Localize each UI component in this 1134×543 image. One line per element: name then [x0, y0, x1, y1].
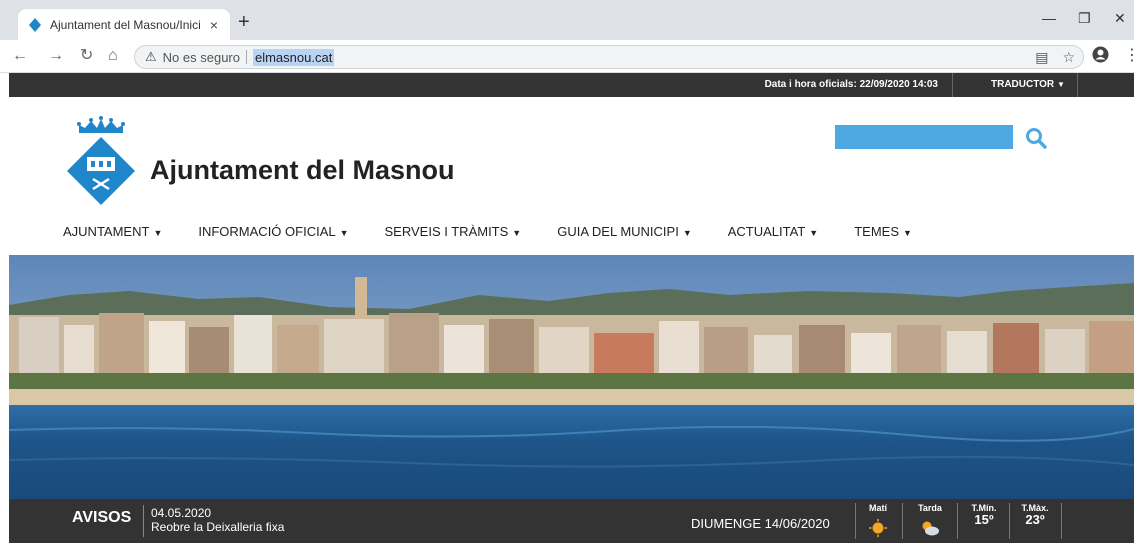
translator-dropdown[interactable]: TRADUCTOR ▼: [991, 79, 1065, 90]
weather-tmax: T.Màx. 23º: [1017, 503, 1053, 526]
browser-tab[interactable]: Ajuntament del Masnou/Inici ×: [18, 9, 230, 40]
caret-down-icon: ▼: [903, 228, 912, 238]
search-input[interactable]: [835, 125, 1013, 149]
topbar-divider: [1077, 73, 1078, 97]
nav-item-informacio-oficial[interactable]: INFORMACIÓ OFICIAL ▼: [198, 224, 348, 239]
url-text[interactable]: elmasnou.cat: [252, 48, 335, 66]
home-icon[interactable]: ⌂: [108, 47, 118, 65]
weather-divider: [957, 503, 958, 539]
nav-label: SERVEIS I TRÀMITS: [384, 224, 509, 239]
info-bar: AVISOS 04.05.2020 Reobre la Deixalleria …: [9, 499, 1134, 543]
warning-icon[interactable]: ⚠: [145, 49, 157, 65]
avisos-label: AVISOS: [72, 509, 132, 526]
nav-label: TEMES: [854, 224, 899, 239]
tmax-value: 23º: [1025, 512, 1045, 527]
weather-divider: [1009, 503, 1010, 539]
tab-title: Ajuntament del Masnou/Inici: [50, 17, 201, 32]
nav-label: AJUNTAMENT: [63, 224, 150, 239]
official-datetime: Data i hora oficials: 22/09/2020 14:03: [764, 79, 938, 90]
insecure-label[interactable]: No es seguro: [163, 50, 240, 65]
hero-town-image: [9, 255, 1134, 499]
municipal-logo[interactable]: [65, 113, 137, 214]
search-icon[interactable]: [1025, 127, 1047, 154]
nav-item-guia-municipi[interactable]: GUIA DEL MUNICIPI ▼: [557, 224, 692, 239]
nav-item-actualitat[interactable]: ACTUALITAT ▼: [728, 224, 818, 239]
site-top-bar: Data i hora oficials: 22/09/2020 14:03 T…: [9, 73, 1134, 97]
new-tab-button[interactable]: +: [238, 12, 250, 32]
forward-icon[interactable]: →: [48, 47, 64, 65]
partly-cloudy-icon: [911, 519, 949, 539]
weather-morning: Matí: [863, 503, 893, 539]
caret-down-icon: ▼: [512, 228, 522, 238]
afternoon-label: Tarda: [918, 503, 942, 513]
translator-label: TRADUCTOR: [991, 79, 1055, 90]
site-favicon-icon: [28, 17, 42, 32]
weather-divider: [902, 503, 903, 539]
address-bar[interactable]: ⚠ No es seguro elmasnou.cat ▤ ☆: [134, 45, 1084, 69]
notice-link[interactable]: Reobre la Deixalleria fixa: [151, 520, 284, 534]
nav-label: GUIA DEL MUNICIPI: [557, 224, 679, 239]
restore-icon[interactable]: ❐: [1078, 10, 1091, 27]
notice-date[interactable]: 04.05.2020: [151, 506, 211, 520]
site-header: Ajuntament del Masnou AJUNTAMENT ▼ INFORM…: [9, 97, 1134, 255]
weather-tmin: T.Mín. 15º: [966, 503, 1002, 526]
weather-afternoon: Tarda: [911, 503, 949, 539]
weather-divider: [1061, 503, 1062, 539]
site-title[interactable]: Ajuntament del Masnou: [150, 155, 455, 186]
minimize-icon[interactable]: —: [1042, 10, 1056, 26]
nav-item-temes[interactable]: TEMES ▼: [854, 224, 912, 239]
bookmark-star-icon[interactable]: ☆: [1062, 49, 1075, 66]
browser-toolbar: ← → ↻ ⌂ ⚠ No es seguro elmasnou.cat ▤ ☆ …: [0, 40, 1134, 73]
nav-label: ACTUALITAT: [727, 224, 806, 239]
nav-item-ajuntament[interactable]: AJUNTAMENT ▼: [63, 224, 162, 239]
omnibox-divider: [245, 50, 247, 64]
window-close-icon[interactable]: ✕: [1114, 10, 1126, 27]
nav-item-serveis-tramits[interactable]: SERVEIS I TRÀMITS ▼: [385, 224, 522, 239]
caret-down-icon: ▼: [682, 228, 692, 238]
reload-icon[interactable]: ↻: [80, 47, 93, 65]
tab-close-icon[interactable]: ×: [206, 17, 222, 33]
avisos-divider: [143, 505, 144, 537]
translate-icon[interactable]: ▤: [1035, 49, 1048, 66]
current-date: DIUMENGE 14/06/2020: [691, 516, 830, 531]
sun-icon: [863, 519, 893, 539]
menu-kebab-icon[interactable]: ⋮: [1124, 47, 1134, 65]
caret-down-icon: ▼: [153, 228, 163, 238]
caret-down-icon: ▼: [809, 228, 819, 238]
caret-down-icon: ▼: [339, 228, 349, 238]
nav-label: INFORMACIÓ OFICIAL: [198, 224, 336, 239]
browser-tab-strip: Ajuntament del Masnou/Inici × + — ❐ ✕: [0, 0, 1134, 40]
tmin-value: 15º: [974, 512, 994, 527]
morning-label: Matí: [869, 503, 887, 513]
caret-down-icon: ▼: [1056, 80, 1065, 89]
profile-icon[interactable]: [1092, 46, 1109, 68]
back-icon[interactable]: ←: [12, 47, 28, 65]
topbar-divider: [952, 73, 953, 97]
main-navigation: AJUNTAMENT ▼ INFORMACIÓ OFICIAL ▼ SERVEIS …: [63, 224, 948, 239]
weather-divider: [855, 503, 856, 539]
